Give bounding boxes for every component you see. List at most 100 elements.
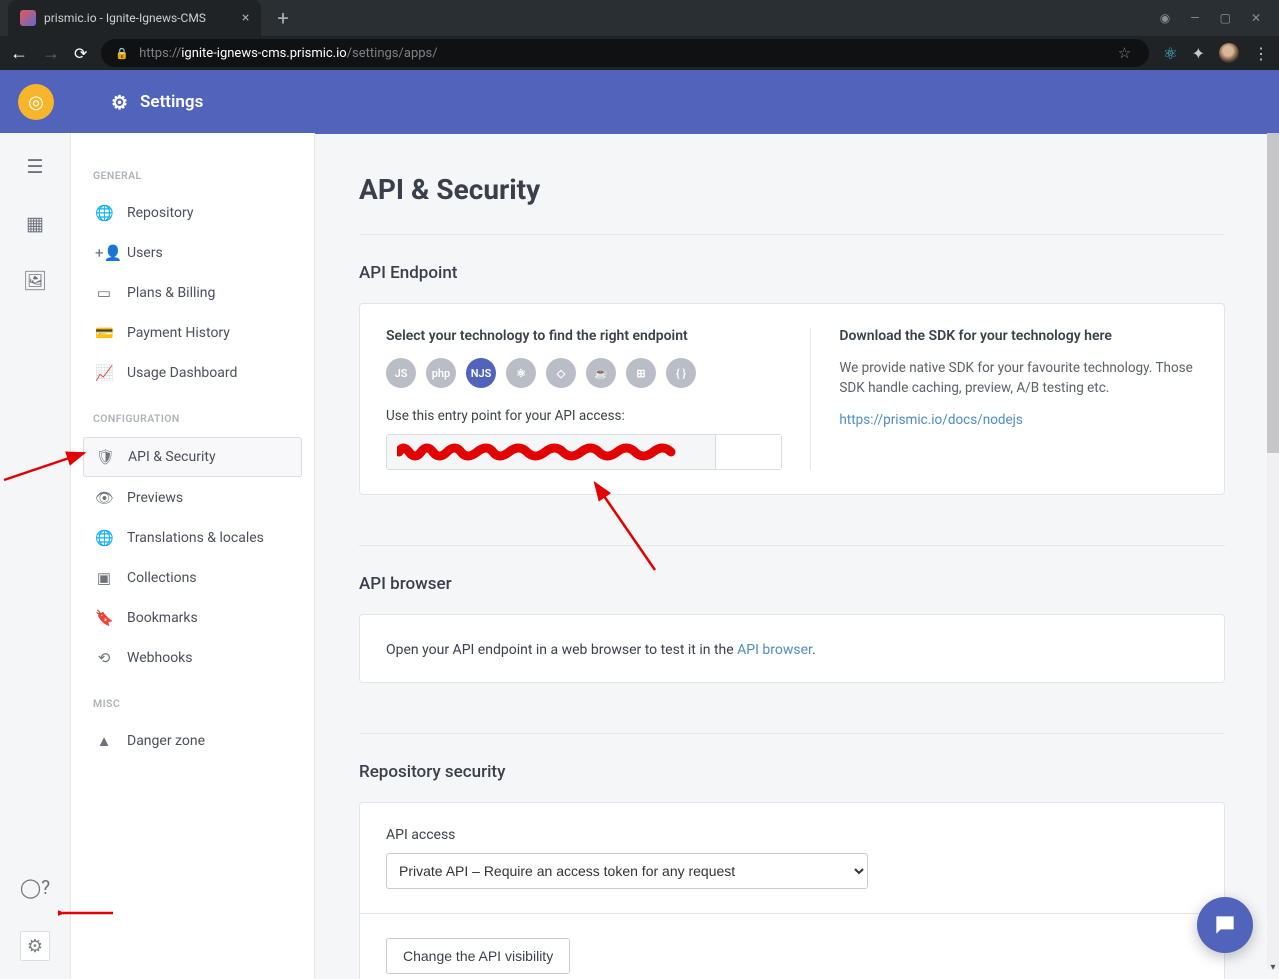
- browser-toolbar: ← → ⟳ 🔒 https://ignite-ignews-cms.prismi…: [0, 36, 1279, 70]
- add-user-icon: +👤: [95, 244, 113, 262]
- sidebar-item-danger[interactable]: ▲Danger zone: [83, 722, 302, 760]
- address-bar[interactable]: 🔒 https://ignite-ignews-cms.prismic.io/s…: [101, 39, 1149, 67]
- endpoint-input[interactable]: [387, 435, 715, 469]
- endpoint-field: [386, 434, 782, 470]
- tech-ruby-icon[interactable]: ◇: [546, 358, 576, 388]
- change-visibility-button[interactable]: Change the API visibility: [386, 938, 570, 974]
- divider: [359, 545, 1225, 546]
- left-rail: ☰ ▦ 🖼 ◯? ⚙: [0, 133, 71, 979]
- status-circle-icon: ◉: [1160, 11, 1170, 25]
- help-icon[interactable]: ◯?: [20, 876, 50, 899]
- sidebar-heading-misc: MISC: [93, 697, 292, 710]
- sidebar-item-users[interactable]: +👤Users: [83, 234, 302, 272]
- sidebar-item-repository[interactable]: 🌐Repository: [83, 194, 302, 232]
- sidebar-item-usage[interactable]: 📈Usage Dashboard: [83, 354, 302, 392]
- profile-avatar[interactable]: [1219, 43, 1239, 63]
- sidebar-item-webhooks[interactable]: ⟲Webhooks: [83, 639, 302, 677]
- section-api-browser: API browser: [359, 574, 1225, 594]
- sidebar-item-collections[interactable]: ▣Collections: [83, 559, 302, 597]
- browser-tab[interactable]: prismic.io - Ignite-Ignews-CMS ×: [8, 0, 261, 36]
- sidebar-heading-general: GENERAL: [93, 169, 292, 182]
- copy-endpoint-button[interactable]: [715, 435, 781, 469]
- page-title: Settings: [140, 92, 203, 112]
- maximize-icon[interactable]: ▢: [1220, 11, 1231, 25]
- scroll-down-icon[interactable]: ▾: [1267, 962, 1279, 973]
- warning-icon: ▲: [95, 732, 113, 750]
- documents-icon[interactable]: ☰: [26, 155, 43, 178]
- scrollbar-thumb[interactable]: [1267, 133, 1279, 453]
- settings-sidebar: GENERAL 🌐Repository +👤Users ▭Plans & Bil…: [71, 133, 315, 979]
- sdk-title: Download the SDK for your technology her…: [839, 328, 1198, 344]
- entry-point-label: Use this entry point for your API access…: [386, 408, 782, 424]
- language-icon: 🌐: [95, 529, 113, 547]
- custom-types-icon[interactable]: ▦: [26, 212, 44, 235]
- api-browser-text: Open your API endpoint in a web browser …: [386, 642, 816, 658]
- scrollbar[interactable]: ▾: [1267, 133, 1279, 969]
- api-endpoint-card: Select your technology to find the right…: [359, 303, 1225, 495]
- globe-icon: 🌐: [95, 204, 113, 222]
- forward-button[interactable]: →: [42, 43, 60, 64]
- chart-icon: 📈: [95, 364, 113, 382]
- api-browser-card: Open your API endpoint in a web browser …: [359, 614, 1225, 683]
- bookmark-icon: 🔖: [95, 609, 113, 627]
- favicon: [20, 10, 36, 26]
- sidebar-item-payment[interactable]: 💳Payment History: [83, 314, 302, 352]
- card-icon: ▭: [95, 284, 113, 302]
- api-browser-link[interactable]: API browser: [737, 642, 812, 658]
- divider: [359, 234, 1225, 235]
- section-repo-security: Repository security: [359, 762, 1225, 782]
- app-logo[interactable]: ◎: [18, 84, 54, 120]
- lock-icon: 🔒: [115, 47, 129, 60]
- tech-php-icon[interactable]: php: [426, 358, 456, 388]
- browser-tab-strip: prismic.io - Ignite-Ignews-CMS × + ◉ — ▢…: [0, 0, 1279, 36]
- tech-dotnet-icon[interactable]: ⊞: [626, 358, 656, 388]
- tech-rest-icon[interactable]: { }: [666, 358, 696, 388]
- sidebar-item-translations[interactable]: 🌐Translations & locales: [83, 519, 302, 557]
- reload-button[interactable]: ⟳: [74, 44, 87, 63]
- sidebar-item-plans[interactable]: ▭Plans & Billing: [83, 274, 302, 312]
- api-access-select[interactable]: Private API – Require an access token fo…: [386, 853, 868, 889]
- tech-react-icon[interactable]: ⚛: [506, 358, 536, 388]
- new-tab-button[interactable]: +: [277, 6, 288, 30]
- technology-icons: JS php NJS ⚛ ◇ ☕ ⊞ { }: [386, 358, 782, 388]
- tech-js-icon[interactable]: JS: [386, 358, 416, 388]
- tab-title: prismic.io - Ignite-Ignews-CMS: [44, 11, 206, 25]
- divider: [359, 733, 1225, 734]
- window-controls: ◉ — ▢ ✕: [1160, 11, 1271, 25]
- sidebar-item-previews[interactable]: 👁Previews: [83, 479, 302, 517]
- bookmark-star-icon[interactable]: ☆: [1118, 44, 1131, 62]
- url-host: https://ignite-ignews-cms.prismic.io/set…: [139, 46, 438, 61]
- tech-nodejs-icon[interactable]: NJS: [466, 358, 496, 388]
- chat-icon: [1212, 912, 1238, 938]
- intercom-chat-button[interactable]: [1197, 897, 1253, 953]
- collections-icon: ▣: [95, 569, 113, 587]
- sidebar-heading-configuration: CONFIGURATION: [93, 412, 292, 425]
- gear-icon: ⚙: [111, 91, 128, 114]
- sync-icon: ⟲: [95, 649, 113, 667]
- react-extension-icon[interactable]: ⚛: [1163, 44, 1177, 63]
- api-access-label: API access: [386, 827, 1198, 843]
- eye-icon: 👁: [95, 489, 113, 507]
- close-tab-icon[interactable]: ×: [242, 10, 249, 26]
- sidebar-item-bookmarks[interactable]: 🔖Bookmarks: [83, 599, 302, 637]
- sdk-docs-link[interactable]: https://prismic.io/docs/nodejs: [839, 412, 1023, 428]
- repo-security-card: API access Private API – Require an acce…: [359, 802, 1225, 979]
- settings-button[interactable]: ⚙: [20, 931, 50, 961]
- sdk-description: We provide native SDK for your favourite…: [839, 358, 1198, 399]
- tech-java-icon[interactable]: ☕: [586, 358, 616, 388]
- media-icon[interactable]: 🖼: [23, 269, 47, 292]
- main-content: API & Security API Endpoint Select your …: [315, 133, 1269, 979]
- back-button[interactable]: ←: [10, 43, 28, 64]
- close-window-icon[interactable]: ✕: [1251, 11, 1261, 25]
- section-api-endpoint: API Endpoint: [359, 263, 1225, 283]
- app-header: ◎ ⚙ Settings: [0, 70, 1279, 134]
- sidebar-item-api-security[interactable]: 🛡API & Security: [83, 437, 302, 477]
- minimize-icon[interactable]: —: [1190, 11, 1199, 25]
- redacted-endpoint-value: [397, 441, 677, 463]
- menu-icon[interactable]: ⋮: [1253, 44, 1269, 63]
- shield-icon: 🛡: [96, 448, 114, 466]
- payment-icon: 💳: [95, 324, 113, 342]
- select-tech-label: Select your technology to find the right…: [386, 328, 782, 344]
- extensions-icon[interactable]: ✦: [1192, 44, 1205, 63]
- content-title: API & Security: [359, 173, 1225, 206]
